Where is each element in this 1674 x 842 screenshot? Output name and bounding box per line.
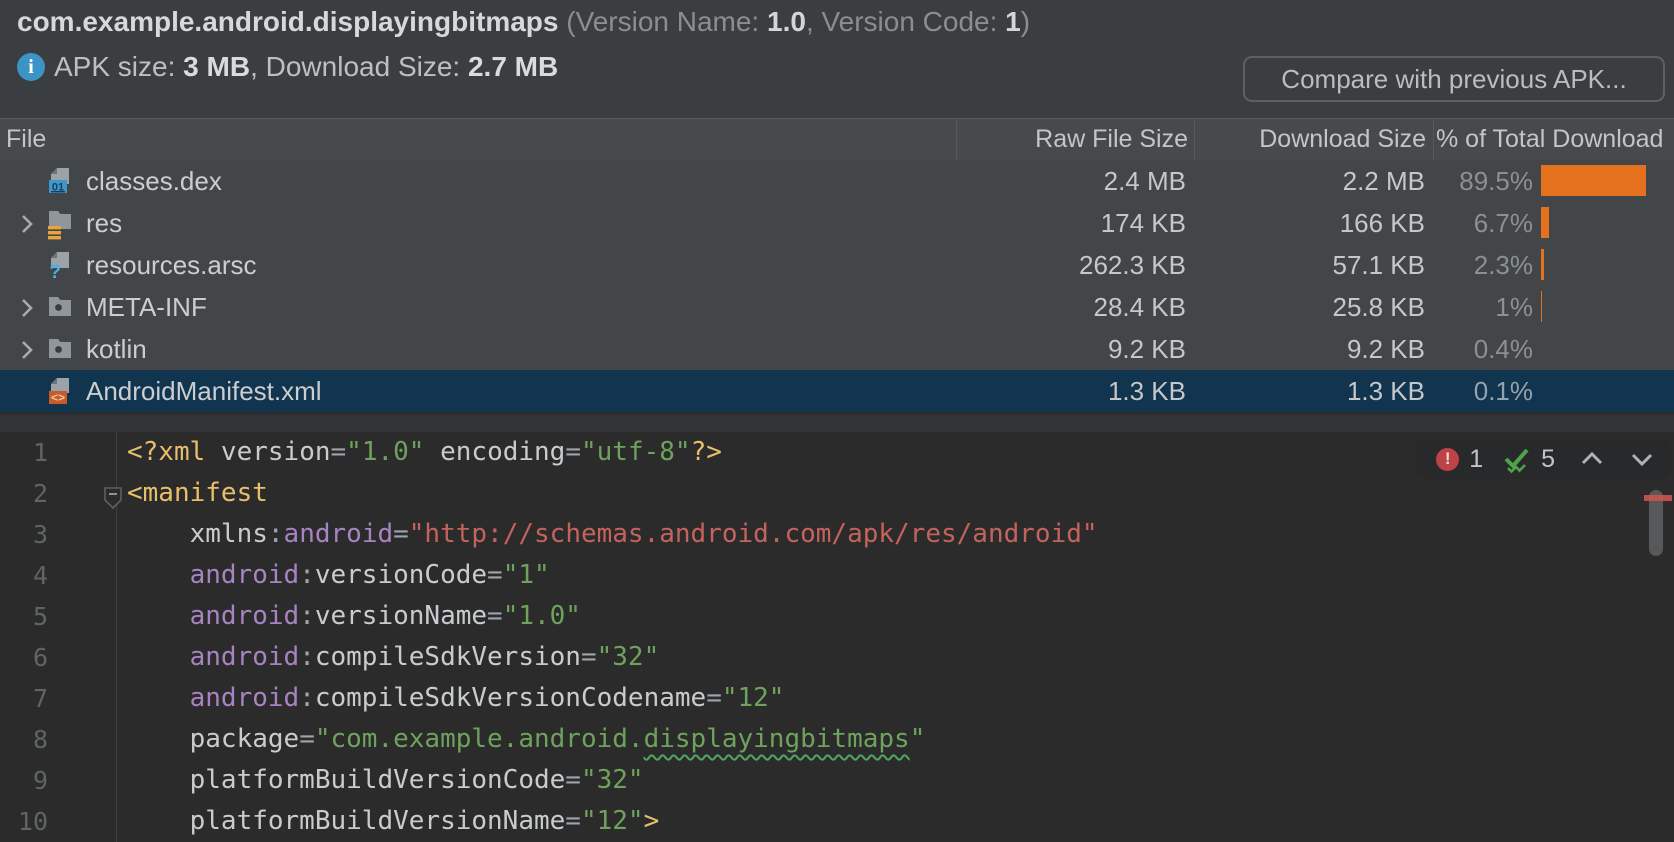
code-text: platformBuildVersionName="12"> (127, 801, 659, 842)
page-title: com.example.android.displayingbitmaps (V… (17, 6, 1030, 38)
file-name: resources.arsc (86, 244, 257, 286)
code-line-5[interactable]: 5 android:versionName="1.0" (0, 596, 1674, 637)
file-name: META-INF (86, 286, 207, 328)
info-icon: i (17, 53, 45, 81)
line-number: 10 (0, 801, 48, 842)
file-name: classes.dex (86, 160, 222, 202)
line-number: 8 (0, 719, 48, 760)
table-row-resources.arsc[interactable]: ?resources.arsc262.3 KB57.1 KB2.3% (0, 244, 1674, 286)
table-row-AndroidManifest.xml[interactable]: <>AndroidManifest.xml1.3 KB1.3 KB0.1% (0, 370, 1674, 412)
line-number: 7 (0, 678, 48, 719)
code-line-3[interactable]: 3 xmlns:android="http://schemas.android.… (0, 514, 1674, 555)
folder-icon (46, 335, 73, 367)
manifest-editor: 1<?xml version="1.0" encoding="utf-8"?>2… (0, 412, 1674, 842)
code-text: android:compileSdkVersion="32" (127, 637, 659, 678)
compare-with-previous-apk-button[interactable]: Compare with previous APK... (1243, 56, 1665, 102)
chevron-down-icon[interactable] (1629, 448, 1655, 470)
manifest-file-icon: <> (46, 377, 73, 411)
table-header-row: File Raw File Size Download Size % of To… (0, 118, 1674, 160)
pct-of-total: 0.1% (1333, 370, 1533, 412)
line-number: 9 (0, 760, 48, 801)
res-folder-icon (46, 209, 73, 245)
download-pct-bar (1541, 165, 1646, 196)
code-line-7[interactable]: 7 android:compileSdkVersionCodename="12" (0, 678, 1674, 719)
code-text: <?xml version="1.0" encoding="utf-8"?> (127, 432, 722, 473)
error-count[interactable]: 1 (1469, 445, 1483, 474)
table-row-META-INF[interactable]: META-INF28.4 KB25.8 KB1% (0, 286, 1674, 328)
table-body: 01classes.dex2.4 MB2.2 MB89.5%res174 KB1… (0, 160, 1674, 412)
line-number: 4 (0, 555, 48, 596)
code-text: platformBuildVersionCode="32" (127, 760, 644, 801)
chevron-right-icon[interactable] (14, 211, 40, 242)
svg-text:?: ? (49, 262, 61, 280)
column-divider[interactable] (956, 120, 957, 161)
code-line-6[interactable]: 6 android:compileSdkVersion="32" (0, 637, 1674, 678)
file-name: res (86, 202, 122, 244)
code-area[interactable]: 1<?xml version="1.0" encoding="utf-8"?>2… (0, 432, 1674, 842)
apk-analyzer-header: com.example.android.displayingbitmaps (V… (0, 0, 1674, 118)
version-name-value: 1.0 (767, 6, 806, 37)
code-text: xmlns:android="http://schemas.android.co… (127, 514, 1098, 555)
column-divider[interactable] (1194, 120, 1195, 161)
code-text: android:versionName="1.0" (127, 596, 581, 637)
code-line-2[interactable]: 2 <manifest (0, 473, 1674, 514)
code-line-10[interactable]: 10 platformBuildVersionName="12"> (0, 801, 1674, 842)
line-number: 6 (0, 637, 48, 678)
column-header-file[interactable]: File (6, 119, 46, 160)
line-number: 5 (0, 596, 48, 637)
dex-file-icon: 01 (46, 167, 73, 201)
chevron-right-icon[interactable] (14, 295, 40, 326)
folder-icon (46, 293, 73, 325)
inspections-widget: ! 1 5 (1416, 439, 1671, 479)
column-header-raw-file-size[interactable]: Raw File Size (956, 119, 1188, 160)
table-row-res[interactable]: res174 KB166 KB6.7% (0, 202, 1674, 244)
column-header-download-size[interactable]: Download Size (1194, 119, 1426, 160)
pct-of-total: 6.7% (1333, 202, 1533, 244)
chevron-right-icon[interactable] (14, 337, 40, 368)
version-code-value: 1 (1005, 6, 1021, 37)
pct-of-total: 89.5% (1333, 160, 1533, 202)
editor-top-margin (0, 414, 1674, 432)
line-number: 2 (0, 473, 48, 514)
code-line-4[interactable]: 4 android:versionCode="1" (0, 555, 1674, 596)
apk-file-table: File Raw File Size Download Size % of To… (0, 118, 1674, 412)
apk-size-summary: i APK size: 3 MB, Download Size: 2.7 MB (17, 52, 558, 82)
ok-count[interactable]: 5 (1541, 445, 1555, 474)
download-pct-bar (1541, 249, 1544, 280)
package-name: com.example.android.displayingbitmaps (17, 6, 558, 37)
code-line-9[interactable]: 9 platformBuildVersionCode="32" (0, 760, 1674, 801)
download-pct-bar (1541, 207, 1549, 238)
code-text: <manifest (127, 473, 268, 514)
arsc-file-icon: ? (46, 251, 73, 285)
version-label: (Version Name: 1.0, Version Code: 1) (566, 6, 1030, 37)
error-icon[interactable]: ! (1436, 448, 1459, 471)
table-row-classes.dex[interactable]: 01classes.dex2.4 MB2.2 MB89.5% (0, 160, 1674, 202)
column-divider[interactable] (1433, 120, 1434, 161)
pct-of-total: 2.3% (1333, 244, 1533, 286)
apk-size-value: 3 MB (183, 51, 250, 82)
chevron-up-icon[interactable] (1579, 448, 1605, 470)
line-number: 1 (0, 432, 48, 473)
column-header-pct-of-total[interactable]: % of Total Download ... (1436, 119, 1668, 160)
file-name: AndroidManifest.xml (86, 370, 322, 412)
code-line-8[interactable]: 8 package="com.example.android.displayin… (0, 719, 1674, 760)
download-size-value: 2.7 MB (468, 51, 558, 82)
code-text: android:versionCode="1" (127, 555, 550, 596)
pct-of-total: 1% (1333, 286, 1533, 328)
pct-of-total: 0.4% (1333, 328, 1533, 370)
svg-text:<>: <> (51, 391, 65, 405)
file-name: kotlin (86, 328, 147, 370)
inspections-ok-icon[interactable] (1501, 444, 1531, 474)
table-row-kotlin[interactable]: kotlin9.2 KB9.2 KB0.4% (0, 328, 1674, 370)
line-number: 3 (0, 514, 48, 555)
code-text: android:compileSdkVersionCodename="12" (127, 678, 784, 719)
error-stripe-mark[interactable] (1644, 495, 1672, 501)
code-text: package="com.example.android.displayingb… (127, 719, 925, 760)
download-pct-bar (1541, 291, 1542, 322)
